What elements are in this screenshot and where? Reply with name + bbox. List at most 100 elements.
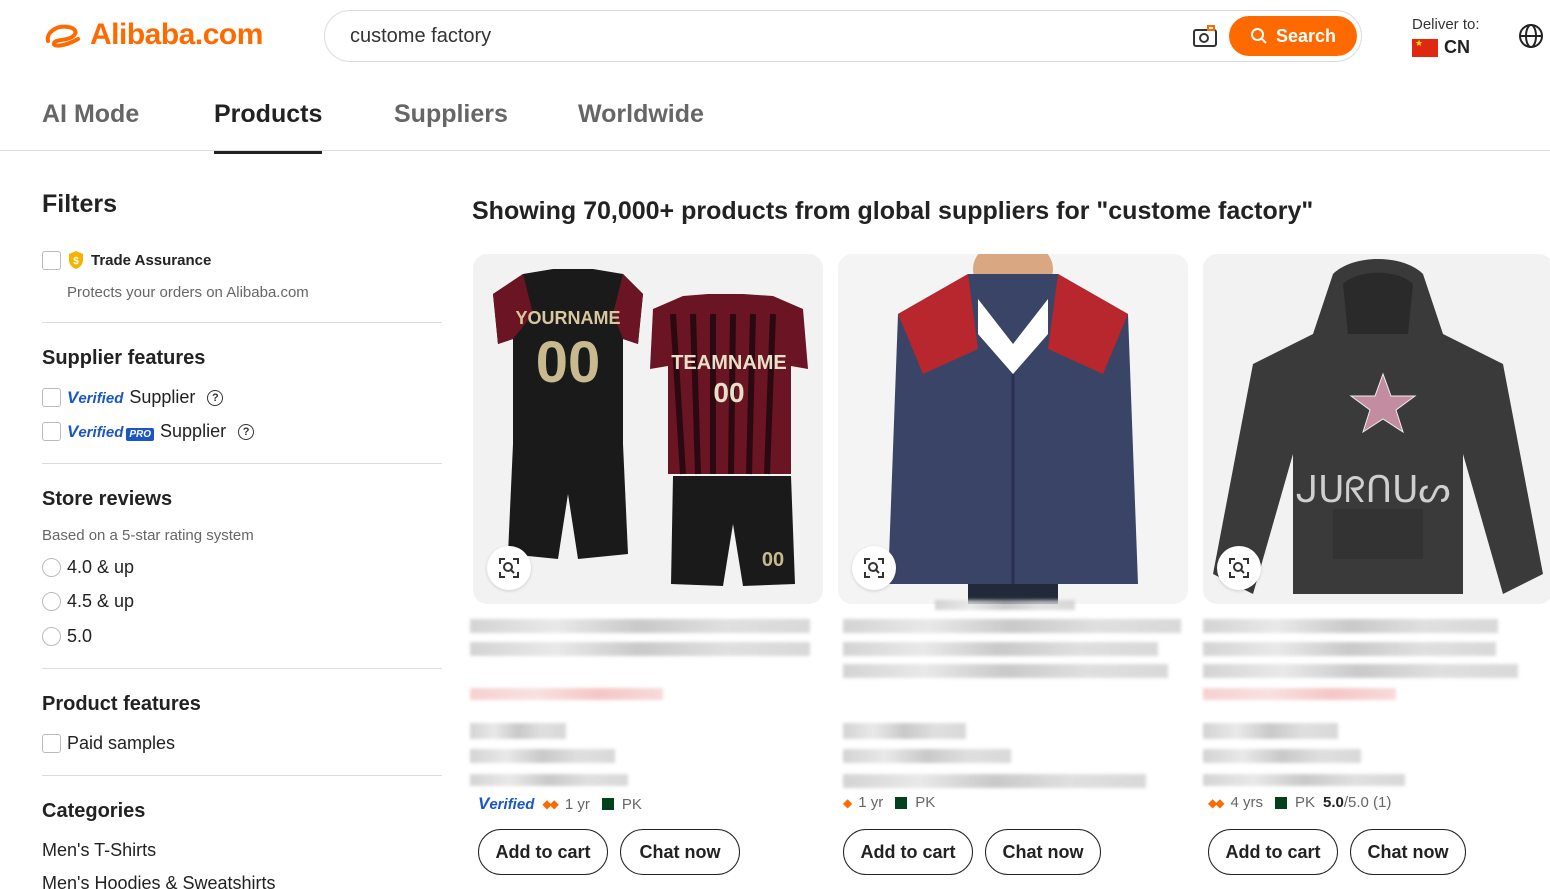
- rating-label: 4.5 & up: [67, 591, 135, 611]
- verified-badge: Verified: [478, 794, 535, 813]
- logo-text: Alibaba.com: [90, 18, 263, 51]
- product-card[interactable]: ◆ 1 yr PK Add to cart Chat now: [838, 254, 1188, 875]
- visual-search-icon[interactable]: [487, 546, 531, 590]
- svg-text:00: 00: [536, 330, 601, 395]
- deliver-to[interactable]: Deliver to: CN: [1412, 16, 1480, 58]
- divider: [42, 463, 442, 464]
- divider: [42, 668, 442, 669]
- visual-search-icon[interactable]: [852, 546, 896, 590]
- product-card[interactable]: YOURNAME 00 TEAMNAME 00 00 Verified ◆◆ 1…: [470, 254, 823, 875]
- deliver-label: Deliver to:: [1412, 16, 1480, 33]
- chat-now-button[interactable]: Chat now: [620, 829, 740, 875]
- pakistan-flag-icon: [1270, 796, 1287, 809]
- categories-title: Categories: [42, 800, 146, 822]
- svg-text:$: $: [73, 256, 79, 267]
- jacket-image: [838, 254, 1188, 604]
- product-image[interactable]: [838, 254, 1188, 604]
- chat-now-button[interactable]: Chat now: [985, 829, 1101, 875]
- supplier-years: 4 yrs: [1230, 794, 1263, 811]
- alibaba-logo[interactable]: Alibaba.com: [42, 18, 263, 52]
- chat-now-button[interactable]: Chat now: [1350, 829, 1466, 875]
- search-input[interactable]: [350, 24, 1170, 48]
- card-actions: Add to cart Chat now: [1208, 829, 1466, 875]
- svg-text:YOURNAME: YOURNAME: [515, 308, 620, 328]
- redacted-title: [843, 619, 1181, 633]
- globe-icon[interactable]: [1517, 22, 1545, 50]
- search-button-label: Search: [1275, 25, 1337, 46]
- soccer-jersey-image: YOURNAME 00 TEAMNAME 00 00: [493, 269, 808, 586]
- redacted-info: [1203, 774, 1405, 786]
- add-to-cart-button[interactable]: Add to cart: [1208, 829, 1338, 875]
- store-reviews-note: Based on a 5-star rating system: [42, 527, 254, 544]
- verified-supplier-filter[interactable]: Verified Supplier ?: [42, 387, 224, 408]
- pakistan-flag-icon: [597, 798, 614, 810]
- verified-pro-checkbox[interactable]: [42, 422, 61, 441]
- supplier-years: 1 yr: [564, 795, 590, 813]
- visual-search-icon[interactable]: [1217, 546, 1261, 590]
- card-actions: Add to cart Chat now: [478, 829, 740, 875]
- help-icon[interactable]: ?: [238, 423, 255, 440]
- filters-title: Filters: [42, 190, 118, 218]
- paid-samples-checkbox[interactable]: [42, 734, 61, 753]
- rating-option[interactable]: 5.0: [42, 626, 92, 647]
- redacted-price: [470, 688, 663, 700]
- search-icon: [1250, 28, 1267, 44]
- tab-products[interactable]: Products: [214, 100, 323, 154]
- store-rating: 5.0: [1323, 794, 1344, 811]
- divider: [42, 775, 442, 776]
- supplier-years: 1 yr: [858, 794, 884, 811]
- redacted-info: [843, 723, 966, 739]
- search-bar[interactable]: Search: [324, 10, 1362, 62]
- paid-samples-filter[interactable]: Paid samples: [42, 733, 175, 754]
- rating-radio[interactable]: [42, 558, 61, 577]
- redacted-title: [1203, 664, 1518, 678]
- add-to-cart-button[interactable]: Add to cart: [478, 829, 608, 875]
- redacted-info: [843, 749, 1011, 763]
- trade-assurance-filter[interactable]: $ Trade Assurance: [42, 250, 211, 270]
- search-button[interactable]: Search: [1229, 16, 1357, 56]
- tab-worldwide[interactable]: Worldwide: [578, 100, 704, 151]
- image-search-icon[interactable]: [1191, 23, 1219, 51]
- tab-ai-mode[interactable]: AI Mode: [42, 100, 139, 151]
- redacted-title: [843, 642, 1158, 656]
- supplier-features-title: Supplier features: [42, 347, 206, 369]
- product-image[interactable]: YOURNAME 00 TEAMNAME 00 00: [473, 254, 823, 604]
- card-actions: Add to cart Chat now: [843, 829, 1101, 875]
- rating-label: 4.0 & up: [67, 557, 135, 577]
- redacted-info: [470, 774, 628, 786]
- supplier-label: Supplier: [160, 421, 227, 441]
- redacted-title: [1203, 642, 1496, 656]
- verified-pro-badge: Verified PRO: [67, 422, 155, 442]
- results-title: Showing 70,000+ products from global sup…: [472, 197, 1314, 225]
- rating-option[interactable]: 4.5 & up: [42, 591, 134, 612]
- camera-icon: [1193, 25, 1217, 47]
- rating-radio[interactable]: [42, 627, 61, 646]
- paid-samples-label: Paid samples: [67, 733, 176, 753]
- category-link[interactable]: Men's Hoodies & Sweatshirts: [42, 873, 276, 889]
- trade-assurance-note: Protects your orders on Alibaba.com: [67, 284, 309, 301]
- china-flag-icon: [1412, 38, 1438, 57]
- supplier-country: PK: [1294, 794, 1315, 811]
- trade-assurance-checkbox[interactable]: [42, 250, 61, 270]
- verified-supplier-checkbox[interactable]: [42, 388, 61, 407]
- trade-assurance-shield-icon: $: [69, 251, 83, 269]
- rating-radio[interactable]: [42, 592, 61, 611]
- redacted-info: [1203, 749, 1361, 763]
- filters-sidebar: Filters $ Trade Assurance Protects your …: [42, 190, 442, 889]
- supplier-label: Supplier: [129, 387, 196, 407]
- verified-pro-supplier-filter[interactable]: Verified PRO Supplier ?: [42, 421, 255, 442]
- diamond-rating-icon: ◆◆: [542, 797, 559, 811]
- product-image[interactable]: ᒍᑌᖇᑎᑌᔕ: [1203, 254, 1550, 604]
- redacted-title: [470, 619, 810, 633]
- redacted-info: [1203, 723, 1338, 739]
- divider: [42, 322, 442, 323]
- product-features-title: Product features: [42, 693, 201, 715]
- category-link[interactable]: Men's T-Shirts: [42, 840, 156, 861]
- rating-option[interactable]: 4.0 & up: [42, 557, 134, 578]
- help-icon[interactable]: ?: [207, 389, 224, 406]
- tab-suppliers[interactable]: Suppliers: [394, 100, 508, 151]
- pakistan-flag-icon: [891, 796, 908, 809]
- redacted-price: [1203, 688, 1396, 700]
- add-to-cart-button[interactable]: Add to cart: [843, 829, 973, 875]
- product-card[interactable]: ᒍᑌᖇᑎᑌᔕ ◆◆ 4 yrs PK 5.0/5.0 (1) Add to ca…: [1203, 254, 1550, 875]
